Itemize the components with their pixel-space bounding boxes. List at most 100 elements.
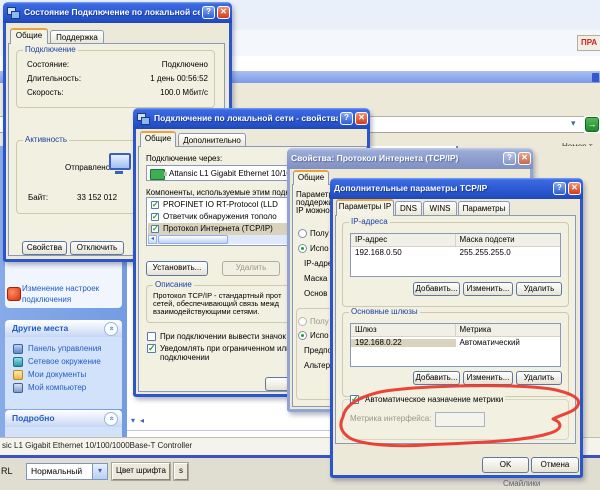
auto-ip-label: Полу	[310, 230, 329, 239]
address-dropdown-arrow-icon[interactable]: ▾	[571, 119, 576, 129]
sidebar-item-my-documents[interactable]: Мои документы	[13, 370, 86, 380]
other-places-title: Другие места	[12, 324, 104, 333]
notify-checkbox[interactable]: ✓	[147, 344, 156, 353]
url-fragment-label: RL	[1, 467, 13, 477]
close-button[interactable]: ✕	[568, 182, 581, 195]
properties-dialog-titlebar[interactable]: Подключение по локальной сети - свойства…	[133, 108, 370, 129]
close-button[interactable]: ✕	[355, 112, 368, 125]
row-status-label: Состояние:	[27, 61, 69, 70]
remove-button[interactable]: Удалить	[516, 282, 562, 296]
tab-dns[interactable]: DNS	[395, 201, 422, 216]
auto-dns-radio[interactable]	[298, 317, 307, 326]
row-duration-value: 1 день 00:56:52	[150, 75, 208, 84]
tab-wins[interactable]: WINS	[423, 201, 457, 216]
tab-general[interactable]: Общие	[140, 131, 176, 147]
table-row[interactable]: 192.168.0.50 255.255.255.0	[351, 247, 560, 259]
status-dialog-title: Состояние Подключение по локальной сети	[24, 8, 200, 17]
use-ip-radio[interactable]	[298, 244, 307, 253]
tab-support[interactable]: Поддержка	[50, 30, 104, 44]
checkbox-checked[interactable]: ✓	[151, 225, 159, 233]
tcpip-dialog-titlebar[interactable]: Свойства: Протокол Интернета (TCP/IP) ? …	[287, 148, 533, 169]
connection-group-label: Подключение	[23, 46, 78, 55]
window-control-fragment[interactable]	[592, 73, 599, 82]
auto-ip-radio[interactable]	[298, 229, 307, 238]
sidebar-item-label: Мой компьютер	[28, 384, 86, 393]
table-row-selected[interactable]: 192.168.0.22 Автоматический	[351, 337, 560, 349]
help-button[interactable]: ?	[553, 182, 566, 195]
my-documents-icon	[13, 370, 23, 380]
tab-general[interactable]: Общие	[10, 28, 48, 44]
change-settings-line1: Изменение настроек	[22, 285, 99, 294]
network-places-icon	[13, 357, 23, 367]
connection-group: Подключение Состояние: Подключено Длител…	[16, 50, 215, 108]
column-header: IP-адрес	[351, 234, 456, 246]
help-button[interactable]: ?	[340, 112, 353, 125]
ip-addresses-group-label: IP-адреса	[349, 218, 390, 227]
add-button[interactable]: Добавить...	[413, 282, 460, 296]
checkbox-checked[interactable]: ✓	[151, 201, 159, 209]
scroll-down-icon[interactable]: ▾	[131, 417, 135, 426]
details-title: Подробно	[12, 414, 104, 423]
column-header: Метрика	[456, 326, 496, 335]
table-header: Шлюз Метрика	[351, 324, 560, 337]
sidebar-item-network-places[interactable]: Сетевое окружение	[13, 357, 101, 367]
component-label: Протокол Интернета (TCP/IP)	[163, 225, 273, 234]
s-button[interactable]: s	[174, 463, 188, 480]
help-button[interactable]: ?	[503, 152, 516, 165]
change-settings-icon	[7, 287, 21, 301]
use-ip-label: Испо	[310, 245, 329, 254]
scroll-left-button[interactable]: ◂	[148, 235, 157, 244]
tab-general[interactable]: Общие	[293, 170, 329, 185]
screenshot-root: ПРА ▾ → Номер т ▾ ◂ Изменение настроек п…	[0, 0, 600, 490]
close-button[interactable]: ✕	[217, 6, 230, 19]
ip-addresses-table[interactable]: IP-адрес Маска подсети 192.168.0.50 255.…	[350, 233, 561, 277]
sidebar-panel-other-places: Панель управления Сетевое окружение Мои …	[5, 337, 122, 409]
tab-advanced[interactable]: Дополнительно	[178, 133, 246, 147]
row-speed-value: 100.0 Мбит/с	[160, 89, 208, 98]
disconnect-button[interactable]: Отключить	[70, 241, 124, 255]
close-button[interactable]: ✕	[518, 152, 531, 165]
subnet-mask-label: Маска	[304, 275, 327, 284]
tab-options[interactable]: Параметры	[458, 201, 510, 216]
scroll-left-icon[interactable]: ◂	[140, 417, 144, 426]
collapse-chevron-icon[interactable]: «	[104, 412, 118, 426]
help-button[interactable]: ?	[202, 6, 215, 19]
install-button[interactable]: Установить...	[146, 261, 208, 276]
sidebar-panel-details	[5, 427, 122, 437]
sidebar-link-change-settings[interactable]: Изменение настроек подключения	[22, 285, 99, 305]
edit-button[interactable]: Изменить...	[463, 282, 513, 296]
ip-address-cell: 192.168.0.50	[351, 249, 456, 258]
checkbox-checked[interactable]: ✓	[151, 213, 159, 221]
column-header: Маска подсети	[456, 236, 519, 245]
ip-address-label: IP-адре	[304, 260, 332, 269]
go-button[interactable]: →	[585, 117, 599, 132]
change-settings-line2: подключения	[22, 296, 99, 305]
tab-ip-settings[interactable]: Параметры IP	[336, 199, 394, 216]
sidebar-header-details[interactable]: Подробно «	[5, 410, 122, 427]
network-adapter-icon	[150, 169, 165, 180]
control-panel-icon	[13, 344, 23, 354]
font-style-combo[interactable]: Нормальный ▾	[26, 463, 108, 480]
combo-dropdown-arrow-icon: ▾	[98, 467, 102, 476]
advanced-dialog-titlebar[interactable]: Дополнительные параметры TCP/IP ? ✕	[330, 178, 583, 199]
preferred-dns-label: Предпо	[304, 347, 332, 356]
combo-dropdown-button[interactable]: ▾	[92, 464, 107, 479]
auto-dns-label: Полу	[310, 318, 329, 327]
status-dialog-titlebar[interactable]: Состояние Подключение по локальной сети …	[3, 2, 232, 23]
collapse-chevron-icon[interactable]: «	[104, 322, 118, 336]
sidebar-item-control-panel[interactable]: Панель управления	[13, 344, 102, 354]
use-dns-radio[interactable]	[298, 331, 307, 340]
show-icon-checkbox[interactable]	[147, 332, 156, 341]
sidebar-header-other-places[interactable]: Другие места «	[5, 320, 122, 337]
bytes-value: 33 152 012	[77, 194, 117, 203]
prava-button[interactable]: ПРА	[577, 35, 600, 51]
uninstall-button[interactable]: Удалить	[222, 261, 280, 276]
ip-addresses-group: IP-адреса IP-адрес Маска подсети 192.168…	[342, 222, 569, 307]
description-line: взаимодействующими сетями.	[153, 308, 259, 316]
gateways-table[interactable]: Шлюз Метрика 192.168.0.22 Автоматический	[350, 323, 561, 367]
scrollbar-thumb[interactable]	[158, 235, 228, 244]
advanced-dialog-title: Дополнительные параметры TCP/IP	[334, 184, 551, 193]
font-color-button[interactable]: Цвет шрифта	[112, 463, 170, 480]
sidebar-item-my-computer[interactable]: Мой компьютер	[13, 383, 86, 393]
properties-button[interactable]: Свойства	[22, 241, 67, 255]
